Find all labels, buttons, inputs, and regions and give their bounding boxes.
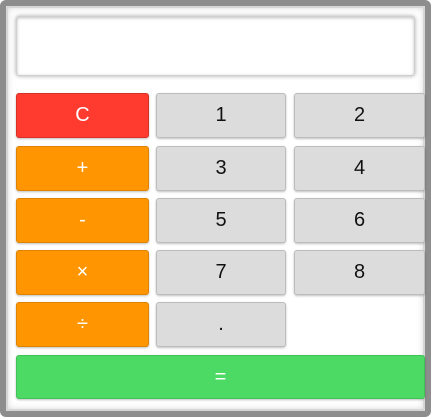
digit-8-button[interactable]: 8 — [294, 250, 425, 295]
digit-3-button[interactable]: 3 — [156, 146, 286, 191]
calculator-display — [16, 16, 415, 76]
clear-button[interactable]: C — [16, 93, 149, 138]
divide-button[interactable]: ÷ — [16, 302, 149, 347]
digit-6-button[interactable]: 6 — [294, 198, 425, 243]
subtract-button[interactable]: - — [16, 198, 149, 243]
decimal-button[interactable]: . — [156, 302, 286, 347]
digit-2-button[interactable]: 2 — [294, 93, 425, 138]
multiply-button[interactable]: × — [16, 250, 149, 295]
digit-7-button[interactable]: 7 — [156, 250, 286, 295]
add-button[interactable]: + — [16, 146, 149, 191]
digit-5-button[interactable]: 5 — [156, 198, 286, 243]
digit-4-button[interactable]: 4 — [294, 146, 425, 191]
digit-1-button[interactable]: 1 — [156, 93, 286, 138]
equals-button[interactable]: = — [16, 355, 425, 399]
